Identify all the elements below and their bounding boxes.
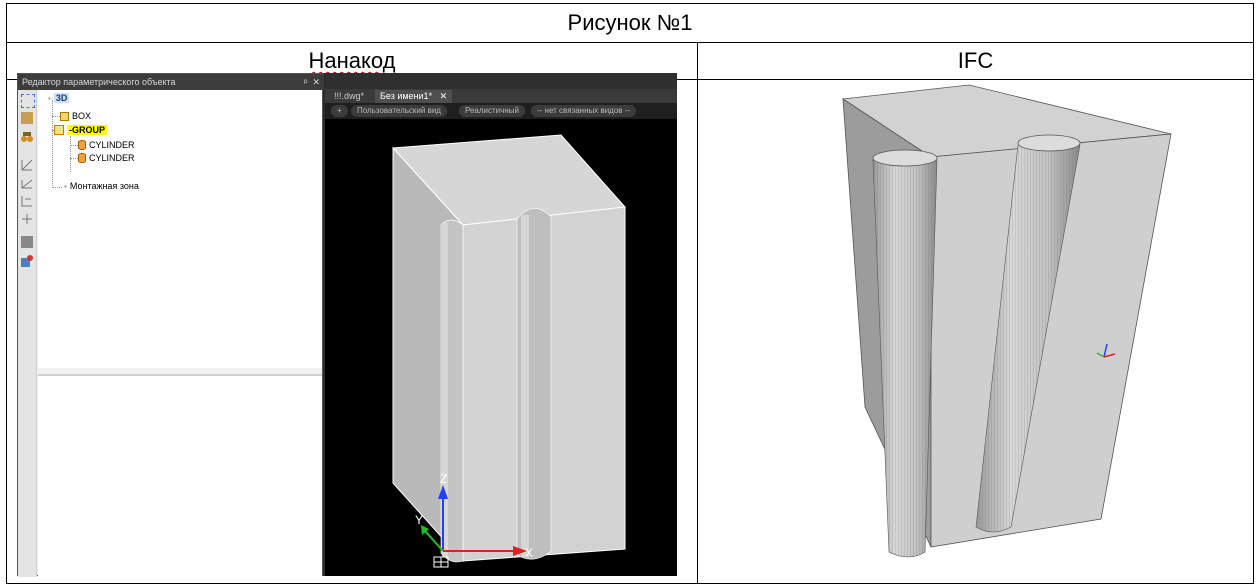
nanocad-model: Z Y X bbox=[391, 134, 627, 568]
close-icon[interactable]: ✕ bbox=[312, 77, 320, 87]
nanocad-screenshot: Редактор параметрического объекта ᵖ ✕ ▪ … bbox=[17, 73, 677, 579]
tree-node-3d[interactable]: ▪ 3D bbox=[48, 93, 70, 103]
panel-toolstrip bbox=[18, 90, 37, 577]
tree-node-group[interactable]: -GROUP bbox=[54, 125, 107, 135]
constraint-tool-icon-3[interactable] bbox=[21, 194, 33, 207]
panel-title: Редактор параметрического объекта bbox=[22, 77, 176, 87]
axis-y-label: Y bbox=[415, 513, 423, 527]
3d-viewport[interactable]: !!!.dwg* Без имени1* ✕ + Пользовательски… bbox=[325, 73, 677, 576]
group-icon bbox=[54, 125, 64, 135]
pin-icon[interactable]: ᵖ bbox=[304, 77, 307, 87]
box-icon bbox=[60, 111, 69, 121]
object-tree: ▪ 3D BOX -GROUP CYLINDER CYLINDER ▪ Монт… bbox=[38, 90, 322, 368]
axis-z-label: Z bbox=[440, 472, 447, 486]
cylinder-icon bbox=[78, 140, 86, 150]
constraint-tool-icon-2[interactable] bbox=[21, 176, 33, 189]
tree-node-zone[interactable]: ▪ Монтажная зона bbox=[64, 181, 139, 191]
column-header-nanocad-label: Нанакод bbox=[308, 48, 396, 73]
edit-tool-icon[interactable] bbox=[21, 112, 33, 124]
properties-area bbox=[38, 374, 322, 579]
layers-icon[interactable] bbox=[21, 236, 33, 248]
parametric-editor-panel: Редактор параметрического объекта ᵖ ✕ ▪ … bbox=[17, 73, 324, 579]
constraint-tool-icon-4[interactable] bbox=[21, 212, 33, 224]
column-header-ifc: IFC bbox=[957, 48, 994, 73]
figure-title: Рисунок №1 bbox=[7, 4, 1253, 43]
constraint-tool-icon-1[interactable] bbox=[21, 158, 33, 171]
tree-node-cylinder-2[interactable]: CYLINDER bbox=[78, 153, 135, 163]
properties-icon[interactable] bbox=[21, 254, 33, 267]
cylinder-icon bbox=[78, 153, 86, 163]
panel-titlebar: Редактор параметрического объекта ᵖ ✕ bbox=[18, 74, 324, 90]
tree-node-box[interactable]: BOX bbox=[60, 111, 91, 121]
binoculars-icon[interactable] bbox=[21, 130, 33, 142]
axis-x-label: X bbox=[525, 546, 533, 560]
ifc-model bbox=[841, 84, 1172, 558]
select-tool-icon[interactable] bbox=[21, 94, 35, 108]
ifc-render bbox=[697, 77, 1252, 580]
tree-node-cylinder-1[interactable]: CYLINDER bbox=[78, 140, 135, 150]
